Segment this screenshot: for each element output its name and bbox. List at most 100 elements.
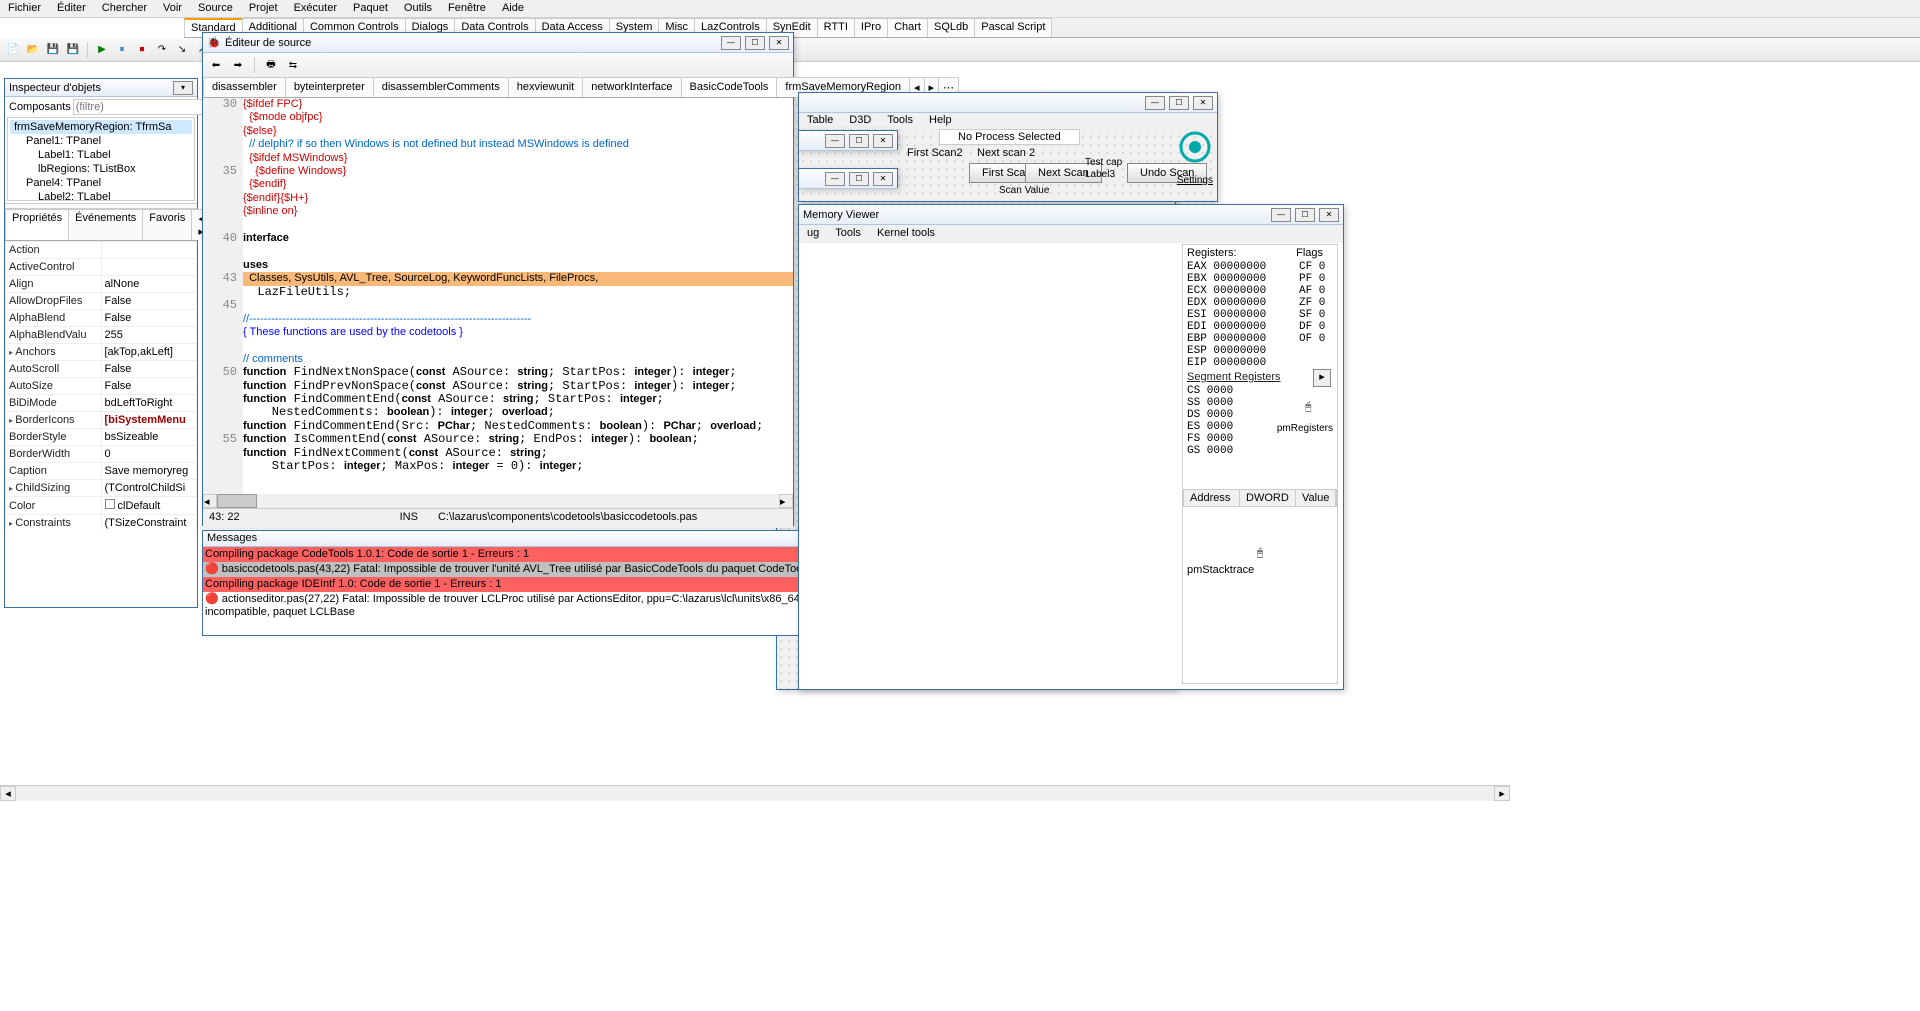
file-tab-networkinterface[interactable]: networkInterface xyxy=(582,77,681,97)
toggle-icon[interactable]: ⇆ xyxy=(284,56,302,74)
close-icon[interactable]: ✕ xyxy=(873,172,893,186)
tree-item[interactable]: lbRegions: TListBox xyxy=(10,162,192,176)
tree-item[interactable]: Panel4: TPanel xyxy=(10,176,192,190)
menu-fenêtre[interactable]: Fenêtre xyxy=(440,0,494,17)
tree-item[interactable]: Panel1: TPanel xyxy=(10,134,192,148)
file-tab-hexviewunit[interactable]: hexviewunit xyxy=(508,77,583,97)
menu-exécuter[interactable]: Exécuter xyxy=(286,0,345,17)
tree-item[interactable]: Label2: TLabel xyxy=(10,190,192,201)
print-icon[interactable]: 🖶 xyxy=(262,56,280,74)
close-icon[interactable]: ✕ xyxy=(1319,208,1339,222)
back-icon[interactable]: ⬅ xyxy=(207,56,225,74)
maximize-icon[interactable]: ☐ xyxy=(1295,208,1315,222)
palette-tab-chart[interactable]: Chart xyxy=(887,18,928,37)
prop-row[interactable]: AlphaBlendValu255 xyxy=(6,327,197,344)
oi-filter-input[interactable] xyxy=(73,99,221,115)
close-icon[interactable]: ✕ xyxy=(769,36,789,50)
oi-tab-favoris[interactable]: Favoris xyxy=(142,209,192,240)
srced-titlebar[interactable]: 🐞 Éditeur de source — ☐ ✕ xyxy=(203,33,793,53)
file-tab-disassembler[interactable]: disassembler xyxy=(203,77,286,97)
palette-tab-rtti[interactable]: RTTI xyxy=(817,18,855,37)
minimize-icon[interactable]: — xyxy=(825,172,845,186)
main-menubar[interactable]: FichierÉditerChercherVoirSourceProjetExé… xyxy=(0,0,1920,18)
prop-row[interactable]: AlignalNone xyxy=(6,276,197,293)
memv-menu[interactable]: ugToolsKernel tools xyxy=(799,225,1343,243)
prop-row[interactable]: BorderStylebsSizeable xyxy=(6,429,197,446)
prop-row[interactable]: AutoSizeFalse xyxy=(6,378,197,395)
step-over-icon[interactable]: ↷ xyxy=(153,41,171,59)
oi-close-icon[interactable]: ▾ xyxy=(173,81,193,95)
menu-chercher[interactable]: Chercher xyxy=(94,0,155,17)
ce-menu-tools[interactable]: Tools xyxy=(879,113,921,129)
prop-row[interactable]: CaptionSave memoryreg xyxy=(6,463,197,480)
expand-icon[interactable]: ▸ xyxy=(1313,369,1331,387)
close-icon[interactable]: ✕ xyxy=(1193,96,1213,110)
tree-item[interactable]: Label1: TLabel xyxy=(10,148,192,162)
menu-éditer[interactable]: Éditer xyxy=(49,0,94,17)
prop-row[interactable]: Action xyxy=(6,242,197,259)
memv-menu-ug[interactable]: ug xyxy=(799,225,827,243)
prop-row[interactable]: Constraints(TSizeConstraint xyxy=(6,515,197,532)
maximize-icon[interactable]: ☐ xyxy=(1169,96,1189,110)
oi-component-tree[interactable]: frmSaveMemoryRegion: TfrmSa Panel1: TPan… xyxy=(7,117,195,201)
maximize-icon[interactable]: ☐ xyxy=(849,172,869,186)
ce-main-titlebar[interactable]: — ☐ ✕ xyxy=(799,93,1217,113)
prop-row[interactable]: ChildSizing(TControlChildSi xyxy=(6,480,197,497)
settings-link[interactable]: Settings xyxy=(1177,175,1213,186)
srced-file-tabs[interactable]: disassemblerbyteinterpreterdisassemblerC… xyxy=(203,77,793,98)
ce-main-menu[interactable]: TableD3DToolsHelp xyxy=(799,113,1217,129)
tree-item[interactable]: frmSaveMemoryRegion: TfrmSa xyxy=(10,120,192,134)
oi-tabs[interactable]: PropriétésÉvénementsFavoris◂ ▸ xyxy=(5,209,197,241)
code-area[interactable]: 30 35 40 43 45 50 55 {$ifdef FPC} {$mode… xyxy=(203,98,793,494)
bottom-scrollbar[interactable]: ◂ ▸ xyxy=(0,785,1510,801)
pause-icon[interactable]: ⏸ xyxy=(113,41,131,59)
maximize-icon[interactable]: ☐ xyxy=(849,134,869,148)
save-icon[interactable]: 💾 xyxy=(44,41,62,59)
close-icon[interactable]: ✕ xyxy=(873,134,893,148)
menu-aide[interactable]: Aide xyxy=(494,0,532,17)
menu-outils[interactable]: Outils xyxy=(396,0,440,17)
stop-icon[interactable]: ⏹ xyxy=(133,41,151,59)
menu-projet[interactable]: Projet xyxy=(241,0,286,17)
h-scrollbar[interactable]: ◂ ▸ xyxy=(203,494,793,508)
oi-components-combo[interactable]: Composants xyxy=(7,99,195,115)
memv-menu-kernel-tools[interactable]: Kernel tools xyxy=(869,225,943,243)
prop-row[interactable]: AlphaBlendFalse xyxy=(6,310,197,327)
menu-voir[interactable]: Voir xyxy=(155,0,190,17)
prop-row[interactable]: ActiveControl xyxy=(6,259,197,276)
new-file-icon[interactable]: 📄 xyxy=(4,41,22,59)
step-into-icon[interactable]: ↘ xyxy=(173,41,191,59)
palette-tab-pascal-script[interactable]: Pascal Script xyxy=(974,18,1052,37)
oi-property-grid[interactable]: ActionActiveControlAlignalNoneAllowDropF… xyxy=(5,241,197,531)
file-tab-disassemblercomments[interactable]: disassemblerComments xyxy=(373,77,509,97)
minimize-icon[interactable]: — xyxy=(1271,208,1291,222)
prop-row[interactable]: Anchors[akTop,akLeft] xyxy=(6,344,197,361)
oi-tab-propriétés[interactable]: Propriétés xyxy=(5,209,69,240)
palette-tab-sqldb[interactable]: SQLdb xyxy=(927,18,975,37)
open-file-icon[interactable]: 📂 xyxy=(24,41,42,59)
maximize-icon[interactable]: ☐ xyxy=(745,36,765,50)
code-text[interactable]: {$ifdef FPC} {$mode objfpc} {$else} // d… xyxy=(243,98,793,494)
ce-menu-table[interactable]: Table xyxy=(799,113,841,129)
minimize-icon[interactable]: — xyxy=(721,36,741,50)
file-tab-byteinterpreter[interactable]: byteinterpreter xyxy=(285,77,374,97)
ce-menu-d3d[interactable]: D3D xyxy=(841,113,879,129)
prop-row[interactable]: BorderIcons[biSystemMenu xyxy=(6,412,197,429)
save-all-icon[interactable]: 💾 xyxy=(64,41,82,59)
palette-tab-ipro[interactable]: IPro xyxy=(854,18,888,37)
ce-menu-help[interactable]: Help xyxy=(921,113,960,129)
memv-titlebar[interactable]: Memory Viewer —☐✕ xyxy=(799,205,1343,225)
menu-fichier[interactable]: Fichier xyxy=(0,0,49,17)
file-tab-basiccodetools[interactable]: BasicCodeTools xyxy=(681,77,778,97)
menu-source[interactable]: Source xyxy=(190,0,241,17)
forward-icon[interactable]: ➡ xyxy=(229,56,247,74)
run-icon[interactable]: ▶ xyxy=(93,41,111,59)
oi-tab-événements[interactable]: Événements xyxy=(68,209,143,240)
prop-row[interactable]: BiDiModebdLeftToRight xyxy=(6,395,197,412)
srced-toolbar[interactable]: ⬅ ➡ 🖶 ⇆ xyxy=(203,53,793,77)
prop-row[interactable]: AllowDropFilesFalse xyxy=(6,293,197,310)
minimize-icon[interactable]: — xyxy=(1145,96,1165,110)
menu-paquet[interactable]: Paquet xyxy=(345,0,396,17)
memv-menu-tools[interactable]: Tools xyxy=(827,225,869,243)
prop-row[interactable]: AutoScrollFalse xyxy=(6,361,197,378)
